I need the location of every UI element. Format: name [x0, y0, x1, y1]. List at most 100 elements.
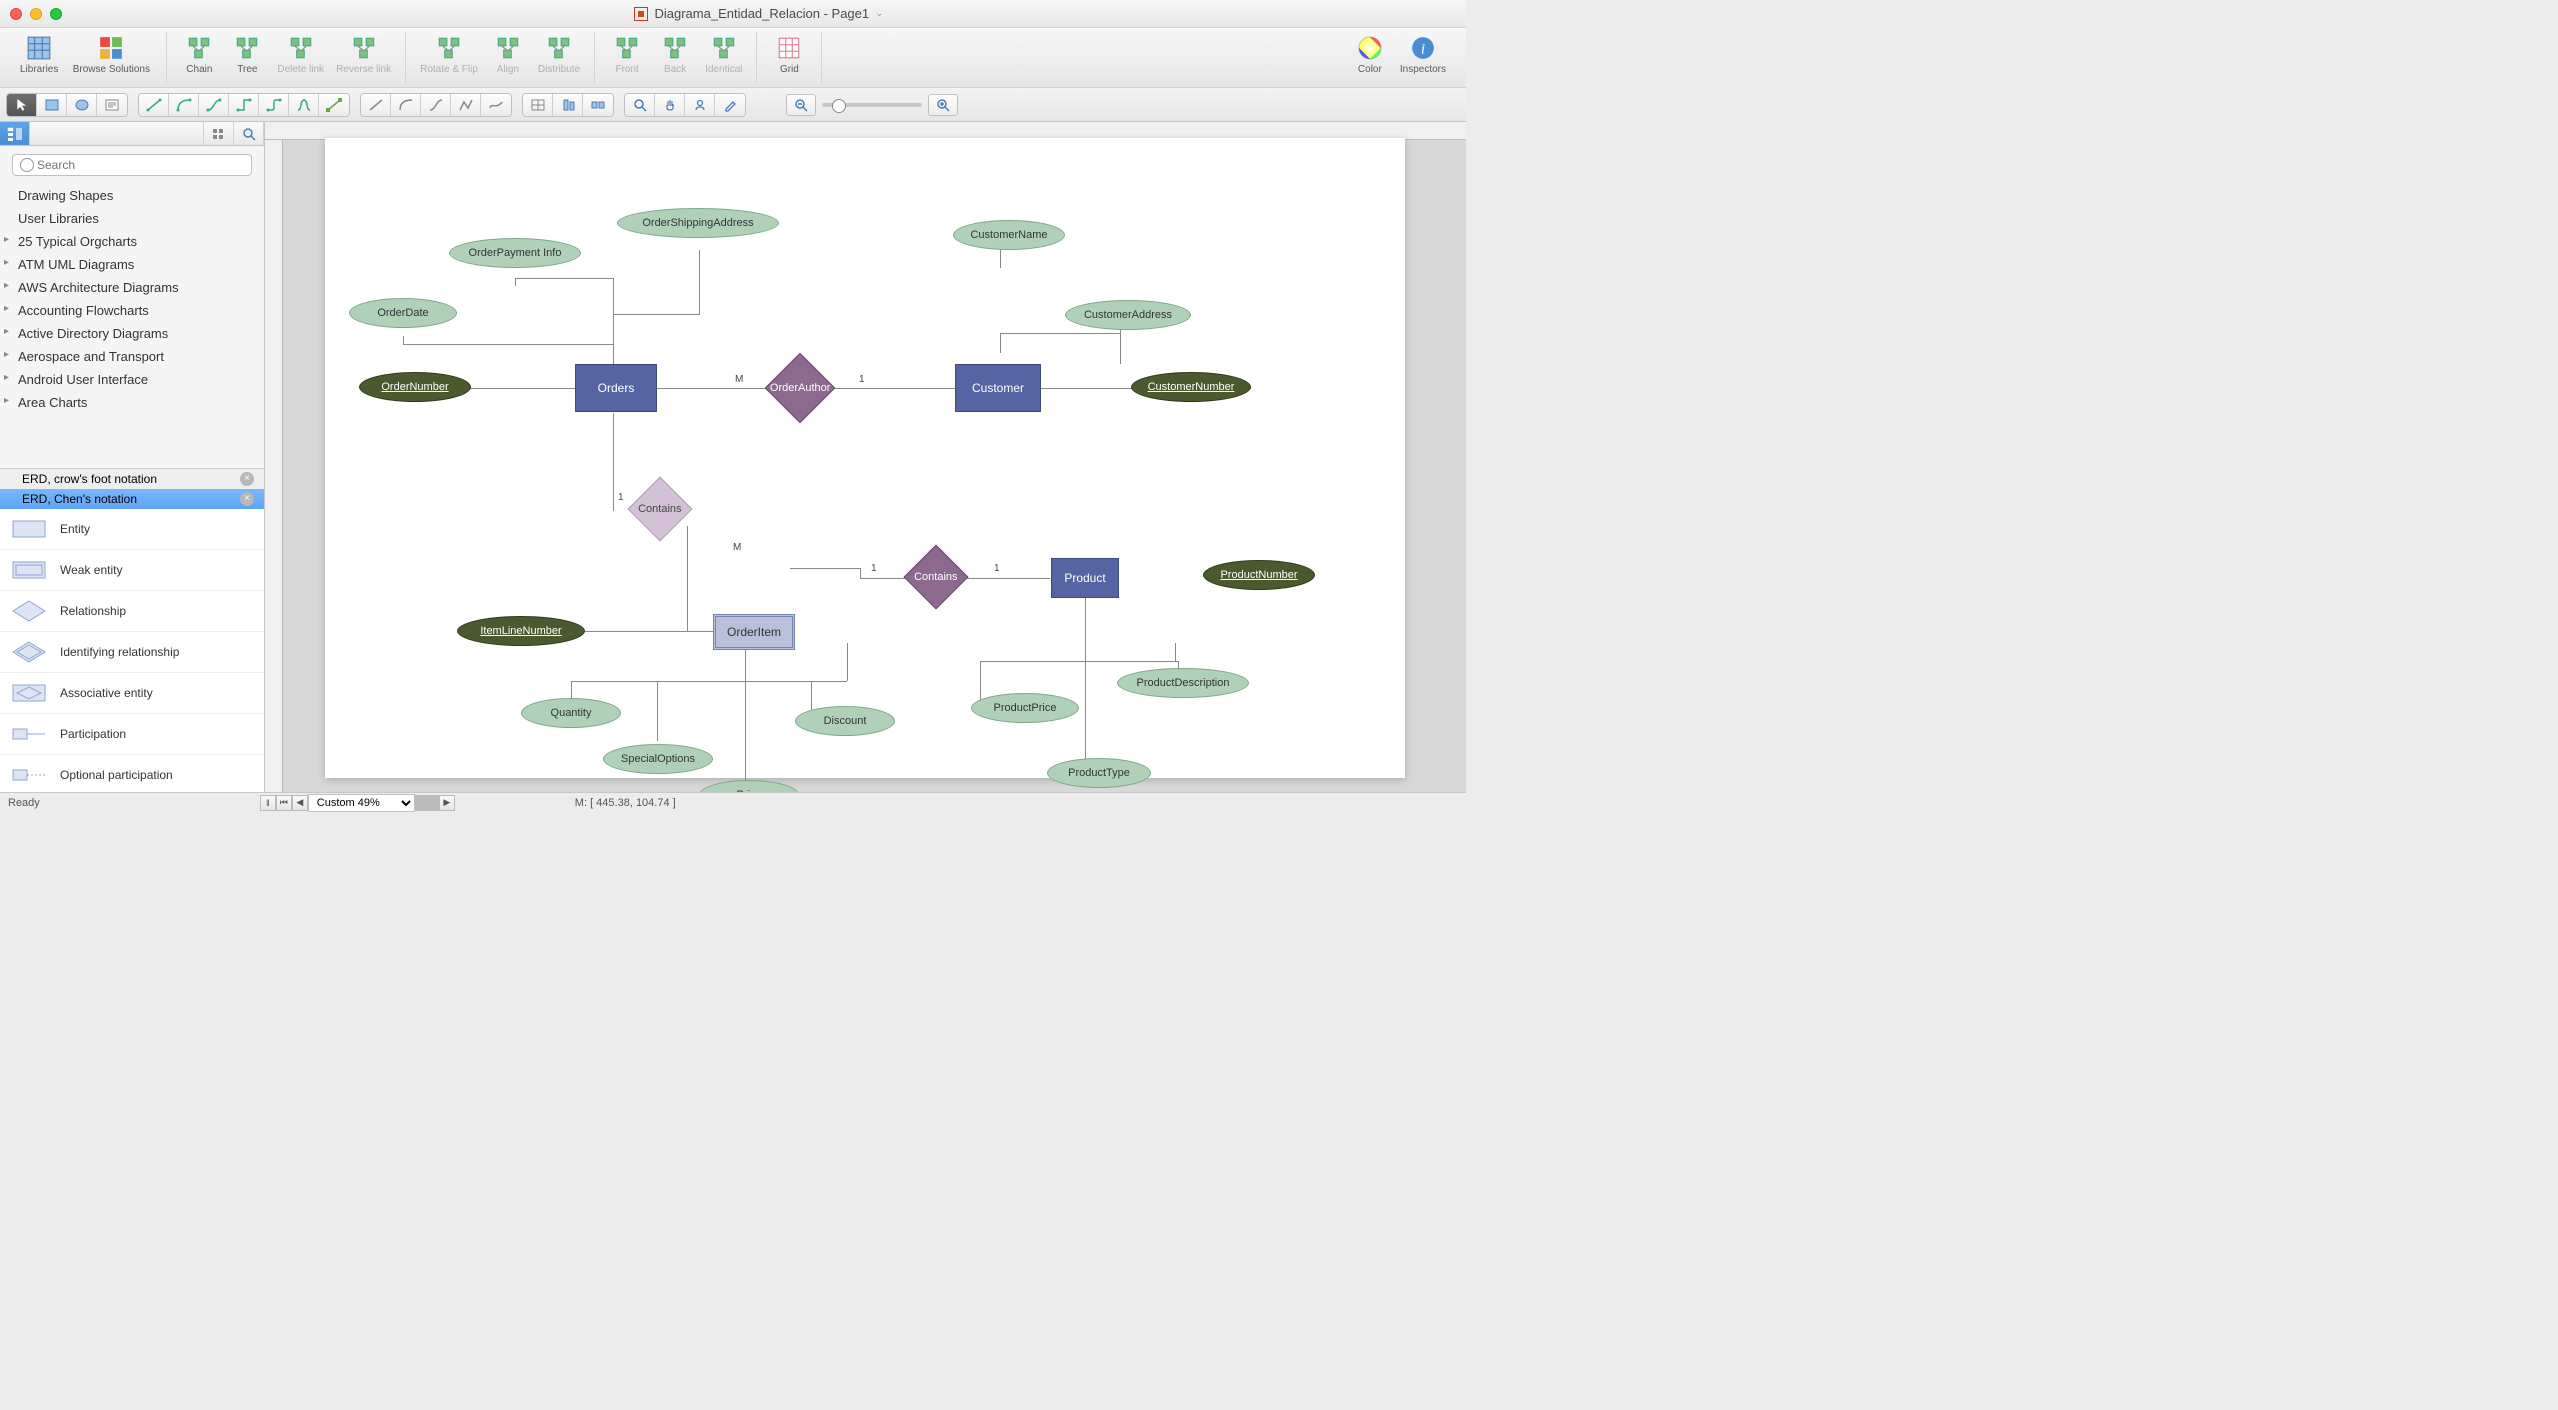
page-prev[interactable]: ◀ [292, 795, 308, 811]
entity-customer[interactable]: Customer [955, 364, 1041, 412]
spline-segment-tool[interactable] [421, 94, 451, 116]
arc-segment-tool[interactable] [391, 94, 421, 116]
library-category[interactable]: Accounting Flowcharts [0, 299, 264, 322]
window-controls [10, 8, 62, 20]
attr-productdescription[interactable]: ProductDescription [1117, 668, 1249, 698]
rel-orderauthor[interactable]: OrderAuthor [765, 353, 836, 424]
direct-connector-tool[interactable] [139, 94, 169, 116]
sidebar-tab-grid[interactable] [204, 122, 234, 145]
attr-customeraddress[interactable]: CustomerAddress [1065, 300, 1191, 330]
zoom-controls [786, 94, 958, 116]
libraries-button[interactable]: Libraries [16, 32, 62, 83]
zoom-tool[interactable] [625, 94, 655, 116]
zoom-window-button[interactable] [50, 8, 62, 20]
clone-tool[interactable] [685, 94, 715, 116]
attr-quantity[interactable]: Quantity [521, 698, 621, 728]
search-input[interactable] [12, 154, 252, 176]
library-category[interactable]: Active Directory Diagrams [0, 322, 264, 345]
attr-ordershipping[interactable]: OrderShippingAddress [617, 208, 779, 238]
entity-orders[interactable]: Orders [575, 364, 657, 412]
library-category[interactable]: Drawing Shapes [0, 184, 264, 207]
library-category[interactable]: Android User Interface [0, 368, 264, 391]
page-toggle[interactable]: ‖ [260, 795, 276, 811]
entity-orderitem[interactable]: OrderItem [713, 614, 795, 650]
line-tool[interactable] [319, 94, 349, 116]
ellipse-tool[interactable] [67, 94, 97, 116]
freehand-tool[interactable] [481, 94, 511, 116]
pointer-tool[interactable] [7, 94, 37, 116]
zoom-in-button[interactable] [928, 94, 958, 116]
text-tool[interactable] [97, 94, 127, 116]
attr-specialoptions[interactable]: SpecialOptions [603, 744, 713, 774]
edit-tool[interactable] [715, 94, 745, 116]
inspectors-button[interactable]: i Inspectors [1396, 32, 1450, 83]
snap-guides-tool[interactable] [553, 94, 583, 116]
shape-entity[interactable]: Entity [0, 509, 264, 550]
library-category[interactable]: 25 Typical Orgcharts [0, 230, 264, 253]
close-icon[interactable]: × [240, 472, 254, 486]
attr-customername[interactable]: CustomerName [953, 220, 1065, 250]
sidebar-tab-search[interactable] [234, 122, 264, 145]
open-library-tab[interactable]: ERD, crow's foot notation× [0, 469, 264, 489]
attr-productnumber[interactable]: ProductNumber [1203, 560, 1315, 590]
close-window-button[interactable] [10, 8, 22, 20]
snap-grid-tool[interactable] [523, 94, 553, 116]
pan-tool[interactable] [655, 94, 685, 116]
attr-producttype[interactable]: ProductType [1047, 758, 1151, 788]
sidebar-tab-tree[interactable] [0, 122, 30, 145]
close-icon[interactable]: × [240, 492, 254, 506]
shape-rel[interactable]: Relationship [0, 591, 264, 632]
rect-tool[interactable] [37, 94, 67, 116]
snap-objects-tool[interactable] [583, 94, 613, 116]
round-connector-tool[interactable] [259, 94, 289, 116]
tree-button[interactable]: Tree [225, 32, 269, 83]
entity-product[interactable]: Product [1051, 558, 1119, 598]
library-categories[interactable]: Drawing ShapesUser Libraries25 Typical O… [0, 184, 264, 468]
grid-button[interactable]: Grid [767, 32, 811, 83]
page-first[interactable]: ⏮ [276, 795, 292, 811]
zoom-slider[interactable] [822, 103, 922, 107]
shape-optpart[interactable]: Optional participation [0, 755, 264, 793]
polyline-tool[interactable] [451, 94, 481, 116]
toolbar-group-right: Color i Inspectors [1338, 32, 1460, 83]
shape-assoc[interactable]: Associative entity [0, 673, 264, 714]
attr-orderpayment[interactable]: OrderPayment Info [449, 238, 581, 268]
shape-part[interactable]: Participation [0, 714, 264, 755]
color-button[interactable]: Color [1348, 32, 1392, 83]
spline-connector-tool[interactable] [289, 94, 319, 116]
chain-button[interactable]: Chain [177, 32, 221, 83]
drawing-page[interactable]: OrderDate OrderPayment Info OrderShippin… [325, 138, 1405, 778]
minimize-window-button[interactable] [30, 8, 42, 20]
library-category[interactable]: Aerospace and Transport [0, 345, 264, 368]
shape-thumb-icon [10, 679, 48, 707]
zoom-out-button[interactable] [786, 94, 816, 116]
library-category[interactable]: ATM UML Diagrams [0, 253, 264, 276]
attr-orderdate[interactable]: OrderDate [349, 298, 457, 328]
browse-solutions-button[interactable]: Browse Solutions [66, 32, 156, 83]
attr-customernumber[interactable]: CustomerNumber [1131, 372, 1251, 402]
rel-contains-2[interactable]: Contains [903, 544, 968, 609]
rel-contains-1[interactable]: Contains [627, 476, 692, 541]
shape-thumb-icon [10, 597, 48, 625]
library-category[interactable]: Area Charts [0, 391, 264, 414]
attr-ordernumber[interactable]: OrderNumber [359, 372, 471, 402]
library-category[interactable]: User Libraries [0, 207, 264, 230]
library-category[interactable]: AWS Architecture Diagrams [0, 276, 264, 299]
attr-itemlinenumber[interactable]: ItemLineNumber [457, 616, 585, 646]
shape-palette[interactable]: EntityWeak entityRelationshipIdentifying… [0, 509, 264, 793]
page-next[interactable]: ▶ [439, 795, 455, 811]
shape-weak[interactable]: Weak entity [0, 550, 264, 591]
chevron-down-icon[interactable]: ⌄ [875, 8, 883, 19]
canvas[interactable]: OrderDate OrderPayment Info OrderShippin… [265, 122, 1466, 792]
open-library-tab[interactable]: ERD, Chen's notation× [0, 489, 264, 509]
attr-productprice[interactable]: ProductPrice [971, 693, 1079, 723]
shape-idrel[interactable]: Identifying relationship [0, 632, 264, 673]
line-segment-tool[interactable] [361, 94, 391, 116]
bezier-connector-tool[interactable] [199, 94, 229, 116]
attr-discount[interactable]: Discount [795, 706, 895, 736]
attr-price[interactable]: Price [699, 780, 799, 792]
zoom-select[interactable]: Custom 49% [308, 794, 415, 812]
page-tab-1[interactable] [415, 795, 439, 811]
arc-connector-tool[interactable] [169, 94, 199, 116]
smart-connector-tool[interactable] [229, 94, 259, 116]
